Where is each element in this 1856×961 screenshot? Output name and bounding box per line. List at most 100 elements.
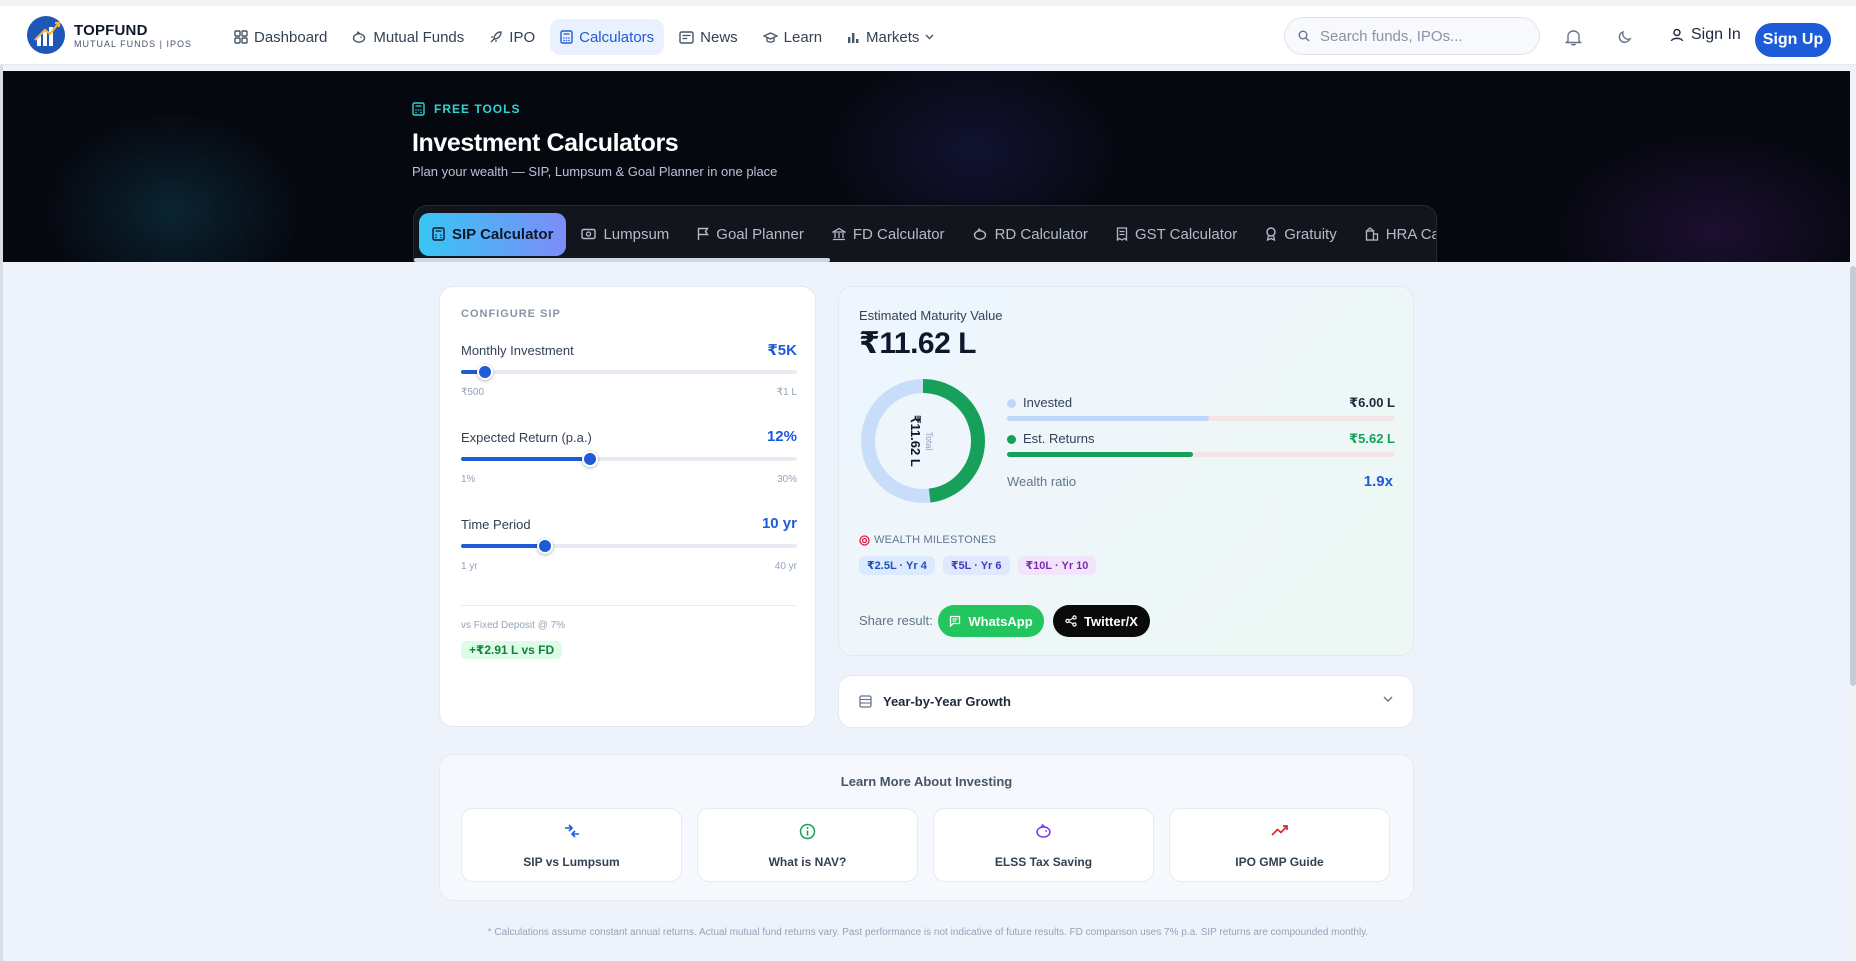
learn-more-title: Learn More About Investing xyxy=(840,774,1013,789)
configure-sip-card: CONFIGURE SIP Monthly Investment ₹5K ₹50… xyxy=(439,286,816,727)
returns-label: Est. Returns xyxy=(1023,431,1095,446)
page-title: Investment Calculators xyxy=(412,129,679,157)
learn-card-sip-vs-lumpsum[interactable]: SIP vs Lumpsum xyxy=(461,808,682,882)
sign-in-label: Sign In xyxy=(1691,26,1741,43)
chat-icon xyxy=(950,615,961,627)
time-period-slider[interactable] xyxy=(461,538,797,554)
invested-bar xyxy=(1007,416,1209,421)
tab-lumpsum[interactable]: Lumpsum xyxy=(568,213,682,256)
notifications-button[interactable] xyxy=(1562,26,1584,48)
monthly-max: ₹1 L xyxy=(776,387,797,398)
nav-mutual-funds-label: Mutual Funds xyxy=(373,28,465,46)
user-icon xyxy=(1670,28,1684,42)
wealth-ratio-label: Wealth ratio xyxy=(1007,474,1077,489)
donut-total-value: ₹11.62 L xyxy=(908,415,923,467)
monthly-investment-slider[interactable] xyxy=(461,364,797,380)
learn-card-elss-tax-saving[interactable]: ELSS Tax Saving xyxy=(933,808,1154,882)
top-navbar: TOPFUND MUTUAL FUNDS | IPOS Dashboard Mu… xyxy=(0,0,1856,65)
banknote-icon xyxy=(581,228,597,240)
calculator-icon xyxy=(560,30,573,44)
nav-dashboard[interactable]: Dashboard xyxy=(224,19,337,55)
page-scrollbar-thumb[interactable] xyxy=(1850,266,1856,686)
bell-icon xyxy=(1564,30,1582,46)
returns-dot xyxy=(1007,435,1016,444)
table-icon xyxy=(859,695,872,708)
bank-icon xyxy=(831,227,846,241)
tab-goal-planner[interactable]: Goal Planner xyxy=(684,213,817,256)
share-icon xyxy=(1065,615,1077,627)
trending-up-icon xyxy=(1270,825,1288,836)
nav-learn-label: Learn xyxy=(783,28,823,46)
milestone-chip: ₹5L · Yr 6 xyxy=(942,556,1010,575)
search-input[interactable] xyxy=(1320,27,1520,45)
nav-ipo[interactable]: IPO xyxy=(479,19,545,55)
invested-dot xyxy=(1007,399,1016,408)
nav-calculators[interactable]: Calculators xyxy=(550,19,665,55)
learn-more-section: Learn More About Investing SIP vs Lumpsu… xyxy=(439,754,1414,901)
search-box[interactable] xyxy=(1284,17,1540,55)
page-scrollbar[interactable] xyxy=(1850,71,1856,961)
receipt-icon xyxy=(1116,227,1128,241)
milestones-title: WEALTH MILESTONES xyxy=(859,534,996,546)
flag-icon xyxy=(698,227,710,240)
expected-return-label: Expected Return (p.a.) xyxy=(461,430,592,445)
search-icon xyxy=(1298,30,1310,42)
time-period-thumb[interactable] xyxy=(537,538,553,554)
hero-banner: FREE TOOLS Investment Calculators Plan y… xyxy=(3,71,1853,262)
tab-rd-calculator[interactable]: RD Calculator xyxy=(960,213,1101,256)
tab-gratuity[interactable]: Gratuity xyxy=(1252,213,1350,256)
learn-card-ipo-gmp-guide[interactable]: IPO GMP Guide xyxy=(1169,808,1390,882)
nav-ipo-label: IPO xyxy=(509,28,536,46)
time-period-value: 10 yr xyxy=(761,515,797,532)
piggy-bank-icon xyxy=(973,227,986,240)
theme-toggle-button[interactable] xyxy=(1614,26,1636,48)
tab-sip-calculator[interactable]: SIP Calculator xyxy=(419,212,567,256)
tab-fd-calculator[interactable]: FD Calculator xyxy=(819,213,958,256)
tab-gst-calculator[interactable]: GST Calculator xyxy=(1103,213,1250,256)
share-whatsapp-button[interactable]: WhatsApp xyxy=(938,605,1044,637)
learn-card-what-is-nav[interactable]: What is NAV? xyxy=(697,808,918,882)
grid-icon xyxy=(234,30,248,44)
target-icon xyxy=(859,534,870,546)
rocket-icon xyxy=(490,31,502,43)
fd-comparison-label: vs Fixed Deposit @ 7% xyxy=(461,620,566,631)
period-max: 40 yr xyxy=(774,561,797,572)
maturity-label: Estimated Maturity Value xyxy=(859,308,1003,323)
year-by-year-label: Year-by-Year Growth xyxy=(883,694,1011,709)
sign-in-button[interactable]: Sign In xyxy=(1670,26,1741,44)
graduation-cap-icon xyxy=(762,31,778,43)
nav-markets[interactable]: Markets xyxy=(837,19,944,55)
returns-value: ₹5.62 L xyxy=(1349,431,1395,446)
expected-return-value: 12% xyxy=(766,428,797,445)
tabs-scrollbar[interactable] xyxy=(414,258,830,262)
nav-mutual-funds[interactable]: Mutual Funds xyxy=(342,19,474,55)
monthly-investment-thumb[interactable] xyxy=(476,364,493,380)
invested-value: ₹6.00 L xyxy=(1349,395,1395,410)
expected-return-thumb[interactable] xyxy=(582,451,599,467)
returns-bar xyxy=(1007,452,1194,457)
sign-up-button[interactable]: Sign Up xyxy=(1755,23,1831,57)
brand-logo[interactable]: TOPFUND MUTUAL FUNDS | IPOS xyxy=(27,16,192,54)
share-twitter-button[interactable]: Twitter/X xyxy=(1053,605,1150,637)
share-label: Share result: xyxy=(859,613,933,628)
brand-subtitle: MUTUAL FUNDS | IPOS xyxy=(74,38,193,49)
year-by-year-accordion[interactable]: Year-by-Year Growth xyxy=(838,675,1414,728)
piggy-bank-icon xyxy=(353,30,366,43)
moon-icon xyxy=(1618,30,1632,43)
arrows-compare-icon xyxy=(564,824,579,838)
nav-news-label: News xyxy=(700,28,738,46)
nav-news[interactable]: News xyxy=(669,19,748,55)
expected-return-slider[interactable] xyxy=(461,451,797,467)
nav-calculators-label: Calculators xyxy=(579,28,655,46)
return-max: 30% xyxy=(776,474,797,485)
fd-comparison-badge: +₹2.91 L vs FD xyxy=(461,641,563,659)
building-icon xyxy=(1365,227,1378,241)
divider xyxy=(461,605,797,606)
calculator-icon xyxy=(412,102,425,116)
wealth-ratio-value: 1.9x xyxy=(1363,473,1393,490)
nav-learn[interactable]: Learn xyxy=(753,19,832,55)
tab-hra-calculator[interactable]: HRA Calc xyxy=(1352,213,1436,256)
hero-tag-label: FREE TOOLS xyxy=(434,102,521,116)
milestone-chip: ₹10L · Yr 10 xyxy=(1017,556,1097,575)
disclaimer-footnote: * Calculations assume constant annual re… xyxy=(487,927,1369,938)
